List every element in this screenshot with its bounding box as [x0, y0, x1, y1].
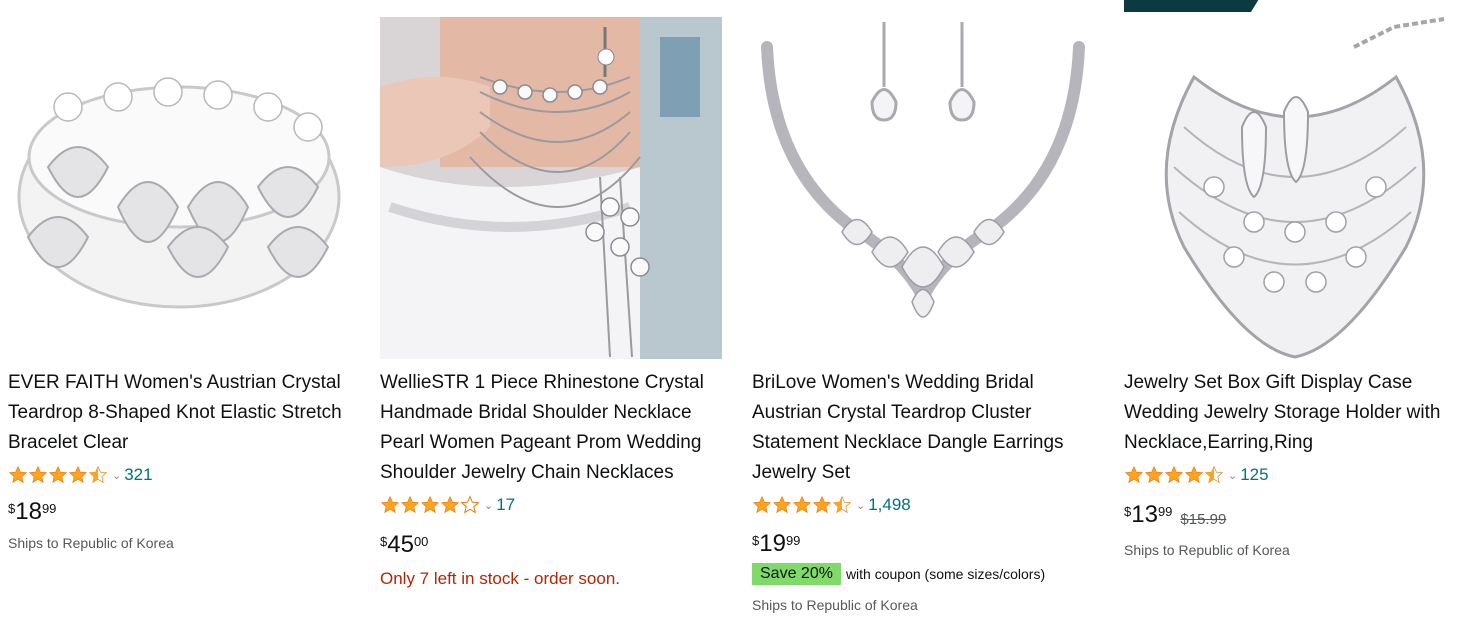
rating[interactable]: ⌄ 125 [1124, 463, 1269, 487]
review-count-link[interactable]: 1,498 [868, 495, 911, 515]
star-icon [792, 495, 812, 515]
shipping-info: Ships to Republic of Korea [1124, 542, 1290, 558]
price-fraction: 99 [785, 533, 801, 548]
coupon[interactable]: Save 20% with coupon (some sizes/colors) [752, 563, 1045, 585]
price-fraction: 99 [41, 501, 57, 516]
star-icon [48, 465, 68, 485]
star-icon [752, 495, 772, 515]
rating[interactable]: ⌄ 1,498 [752, 493, 911, 517]
stock-warning: Only 7 left in stock - order soon. [380, 569, 620, 588]
star-icon [832, 495, 852, 515]
rating[interactable]: ⌄ 17 [380, 493, 515, 517]
price-whole: 45 [387, 531, 414, 558]
product-title[interactable]: EVER FAITH Women's Austrian Crystal Tear… [8, 368, 353, 458]
review-count-link[interactable]: 125 [1240, 465, 1268, 485]
review-count-link[interactable]: 17 [496, 495, 515, 515]
star-icon [812, 495, 832, 515]
chevron-down-icon[interactable]: ⌄ [856, 499, 865, 512]
shoulder-necklace-photo[interactable] [380, 17, 722, 359]
bib-necklace-set-image[interactable] [1124, 17, 1466, 359]
shipping-info: Ships to Republic of Korea [8, 535, 174, 551]
price-fraction: 99 [1157, 504, 1173, 519]
shipping-info: Ships to Republic of Korea [752, 597, 918, 613]
star-icon [420, 495, 440, 515]
price[interactable]: $ 19 99 [752, 530, 800, 558]
coupon-badge[interactable]: Save 20% [752, 563, 841, 585]
price-symbol: $ [8, 501, 16, 516]
price-symbol: $ [380, 534, 388, 549]
star-icon [1144, 465, 1164, 485]
chevron-down-icon[interactable]: ⌄ [484, 499, 493, 512]
star-rating-icons [1124, 465, 1224, 485]
product-title[interactable]: Jewelry Set Box Gift Display Case Weddin… [1124, 368, 1469, 458]
star-rating-icons [8, 465, 108, 485]
price-whole: 19 [759, 530, 786, 557]
star-icon [440, 495, 460, 515]
star-icon [1164, 465, 1184, 485]
rating[interactable]: ⌄ 321 [8, 463, 153, 487]
crystal-bracelet-image[interactable] [8, 17, 350, 359]
price-whole: 18 [15, 498, 42, 525]
price-fraction: 00 [413, 534, 429, 549]
price-symbol: $ [752, 533, 760, 548]
coupon-text: with coupon (some sizes/colors) [845, 566, 1046, 582]
star-icon [1204, 465, 1224, 485]
chevron-down-icon[interactable]: ⌄ [1228, 469, 1237, 482]
star-icon [380, 495, 400, 515]
star-icon [68, 465, 88, 485]
list-price: $15.99 [1180, 511, 1227, 528]
product-title[interactable]: WellieSTR 1 Piece Rhinestone Crystal Han… [380, 368, 725, 488]
price[interactable]: $ 45 00 [380, 531, 428, 559]
price-whole: 13 [1131, 501, 1158, 528]
chevron-down-icon[interactable]: ⌄ [112, 469, 121, 482]
star-rating-icons [380, 495, 480, 515]
star-icon [460, 495, 480, 515]
necklace-earrings-set-image[interactable] [752, 17, 1094, 359]
star-icon [1184, 465, 1204, 485]
price-symbol: $ [1124, 504, 1132, 519]
star-icon [772, 495, 792, 515]
product-title[interactable]: BriLove Women's Wedding Bridal Austrian … [752, 368, 1097, 488]
star-icon [1124, 465, 1144, 485]
product-badge-banner [1124, 0, 1262, 12]
star-rating-icons [752, 495, 852, 515]
star-icon [8, 465, 28, 485]
price[interactable]: $ 13 99 $15.99 [1124, 501, 1226, 529]
review-count-link[interactable]: 321 [124, 465, 152, 485]
star-icon [28, 465, 48, 485]
star-icon [400, 495, 420, 515]
star-icon [88, 465, 108, 485]
price[interactable]: $ 18 99 [8, 498, 56, 526]
